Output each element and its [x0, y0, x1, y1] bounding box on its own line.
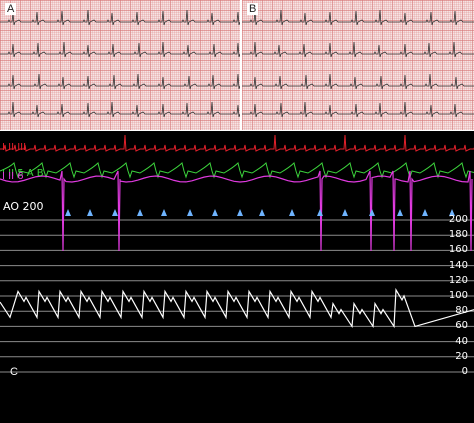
marker-triangle — [137, 209, 143, 216]
intracardiac-tracing: I II III I II 5 A B I II 6 AO 200 200 180… — [0, 131, 474, 423]
aortic-pressure-waveform — [0, 287, 474, 329]
scale-label: 140 — [448, 259, 468, 271]
ecg-panel-b: B — [242, 0, 474, 130]
lead-trace — [0, 162, 474, 179]
scale-label: 20 — [455, 350, 468, 362]
lead-label-1: I II III — [2, 142, 27, 153]
marker-triangle — [342, 209, 348, 216]
ecg-strip — [0, 101, 249, 118]
scale-label: 0 — [461, 366, 468, 377]
ecg-strip — [0, 73, 251, 90]
scale-label: 80 — [455, 305, 468, 317]
ecg-strip — [0, 41, 250, 58]
marker-triangle — [422, 209, 428, 216]
panel-label-c: C — [10, 366, 18, 378]
ecg-traces-a — [0, 9, 251, 118]
ecg-strip — [242, 101, 474, 118]
scale-label: 40 — [455, 335, 468, 347]
lead-label-3: I II 6 — [2, 171, 24, 182]
marker-triangle — [212, 209, 218, 216]
scale-label: 60 — [455, 320, 468, 332]
ecg-strip — [0, 9, 249, 26]
marker-triangle — [289, 209, 295, 216]
ao-pressure-label: AO 200 — [3, 200, 44, 213]
panel-label-b: B — [247, 3, 259, 15]
ecg-strip — [242, 41, 474, 58]
lead-trace — [0, 134, 474, 152]
marker-triangle — [161, 209, 167, 216]
ecg-strip — [242, 9, 474, 26]
marker-triangle — [187, 209, 193, 216]
panel-label-a: A — [5, 3, 17, 15]
lead-trace — [0, 170, 473, 252]
marker-triangle — [259, 209, 265, 216]
scale-label: 160 — [448, 244, 468, 256]
marker-triangle — [397, 209, 403, 216]
scale-label: 200 — [448, 214, 468, 225]
scale-label: 120 — [448, 274, 468, 286]
tracing-canvas — [0, 134, 474, 373]
ecg-strip — [242, 73, 474, 90]
scale-label: 100 — [448, 290, 468, 301]
ecg-figure: A B I II III I II 5 A B I II 6 AO 200 20… — [0, 0, 474, 423]
ecg-panel-a: A — [0, 0, 251, 130]
marker-triangle — [65, 209, 71, 216]
marker-triangle — [112, 209, 118, 216]
ecg-traces-b — [242, 9, 474, 118]
marker-triangle — [87, 209, 93, 216]
marker-triangle — [237, 209, 243, 216]
scale-label: 180 — [448, 229, 468, 241]
